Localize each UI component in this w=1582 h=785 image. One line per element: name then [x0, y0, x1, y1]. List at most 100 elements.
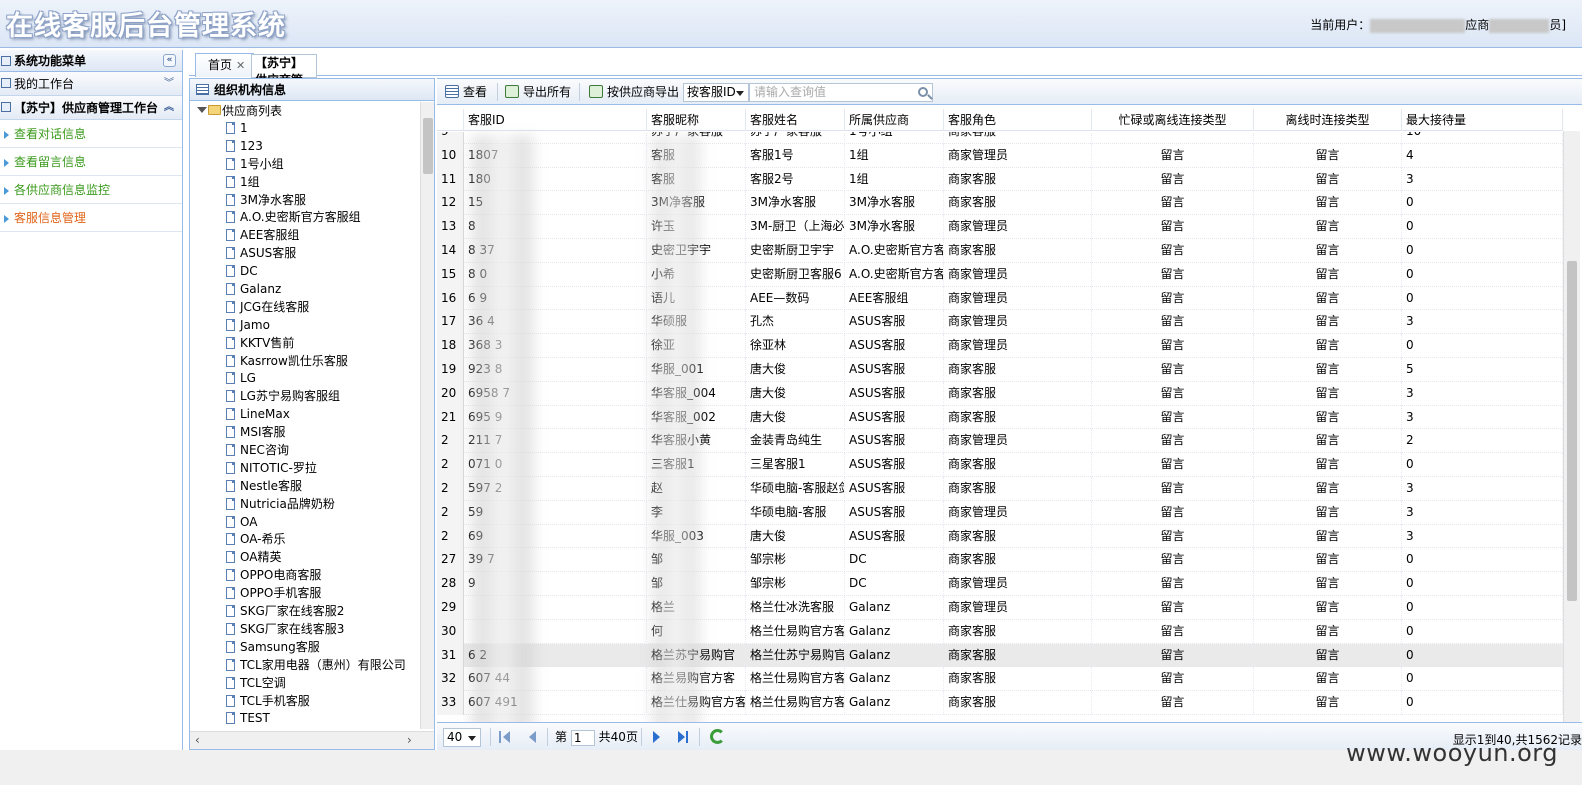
table-row[interactable]: 19923 8华服_001唐大俊ASUS客服商家客服留言留言5 [437, 358, 1563, 382]
first-page-icon[interactable] [503, 731, 510, 743]
tree-node[interactable]: KKTV售前 [190, 335, 422, 353]
column-header[interactable]: 客服姓名 [746, 109, 845, 131]
table-row[interactable]: 9苏宁厂家客服苏宁厂家客服1号小组商家客服10 [437, 132, 1563, 144]
tree-node[interactable]: ASUS客服 [190, 245, 422, 263]
tab-agent-management[interactable]: 【苏宁】供应商管理工作台--客服信息管理✕ [251, 54, 317, 138]
export-all-button[interactable]: 导出所有 [503, 83, 571, 101]
search-input[interactable]: 请输入查询值 [749, 83, 933, 102]
tab-home[interactable]: 首页 ✕ [195, 53, 255, 77]
search-field-select[interactable]: 按客服ID [683, 83, 749, 102]
tree-node[interactable]: Kasrrow凯仕乐客服 [190, 353, 422, 371]
table-row[interactable]: 18368 3徐亚徐亚林ASUS客服商家管理员留言留言0 [437, 334, 1563, 358]
search-icon[interactable] [918, 87, 928, 97]
tree-node[interactable]: SKG厂家在线客服3 [190, 621, 422, 639]
page-size-select[interactable]: 40 [443, 728, 481, 747]
tree-node[interactable]: Galanz [190, 281, 422, 299]
table-row[interactable]: 2739 7邹邹宗彬DC商家客服留言留言0 [437, 548, 1563, 573]
next-page-icon[interactable] [653, 731, 660, 743]
tree-node[interactable]: TCL家用电器（惠州）有限公司 [190, 657, 422, 675]
scroll-left-icon[interactable]: ‹ [195, 733, 200, 747]
last-page-icon[interactable] [678, 731, 685, 743]
tree-node[interactable]: OA-希乐 [190, 531, 422, 549]
collapse-left-icon[interactable]: « [163, 54, 176, 67]
table-row[interactable]: 259李华硕电脑-客服ASUS客服商家管理员留言留言3 [437, 500, 1563, 525]
table-row[interactable]: 33607 491格兰仕易购官方客格兰仕易购官方客Galanz商家客服留言留言0 [437, 691, 1563, 715]
tree-node[interactable]: DC [190, 263, 422, 281]
menu-item-view-chats[interactable]: 查看对话信息 [0, 120, 182, 148]
table-row[interactable]: 206958 7华客服_004唐大俊ASUS客服商家客服留言留言3 [437, 381, 1563, 406]
page-number-input[interactable]: 1 [570, 729, 595, 746]
tree-node[interactable]: Samsung客服 [190, 639, 422, 657]
tree-node[interactable]: 3M净水客服 [190, 192, 422, 210]
table-row[interactable]: 166 9语儿AEE—数码AEE客服组商家管理员留言留言0 [437, 286, 1563, 311]
tree-node[interactable]: NITOTIC-罗拉 [190, 460, 422, 478]
table-row[interactable]: 12153M净客服3M净水客服3M净水客服商家客服留言留言0 [437, 191, 1563, 216]
tree-node[interactable]: JCG在线客服 [190, 299, 422, 317]
tree-vertical-scrollbar[interactable] [420, 102, 434, 729]
accordion-supplier-workbench[interactable]: 【苏宁】供应商管理工作台 ︽ [0, 96, 182, 120]
tree-node[interactable]: TCL手机客服 [190, 693, 422, 711]
tree-node[interactable]: Nestle客服 [190, 478, 422, 496]
column-header[interactable]: 客服昵称 [647, 109, 746, 131]
tree-node[interactable]: SKG厂家在线客服2 [190, 603, 422, 621]
refresh-icon[interactable] [710, 729, 725, 744]
menu-item-supplier-monitor[interactable]: 各供应商信息监控 [0, 176, 182, 204]
table-row[interactable]: 2597 2赵华硕电脑-客服赵剑ASUS客服商家客服留言留言3 [437, 477, 1563, 501]
table-row[interactable]: 2071 0三客服1三星客服1ASUS客服商家客服留言留言0 [437, 453, 1563, 477]
tree-node[interactable]: Jamo [190, 317, 422, 335]
column-header[interactable]: 最大接待量 [1402, 109, 1563, 131]
tree-horizontal-scrollbar[interactable]: ‹ › [190, 731, 434, 749]
table-row[interactable]: 2211 7华客服小黄金装青岛纯生ASUS客服商家管理员留言留言2 [437, 429, 1563, 454]
tree-node[interactable]: Nutricia品牌奶粉 [190, 496, 422, 514]
column-header[interactable]: 客服ID [464, 109, 647, 131]
tree-node[interactable]: NEC咨询 [190, 442, 422, 460]
tree-node[interactable]: OA精英 [190, 549, 422, 567]
collapse-up-icon[interactable]: ︽ [164, 96, 174, 120]
accordion-my-workbench[interactable]: 我的工作台 ︾ [0, 72, 182, 96]
prev-page-icon[interactable] [529, 731, 536, 743]
menu-item-view-messages[interactable]: 查看留言信息 [0, 148, 182, 176]
tree-node[interactable]: OPPO手机客服 [190, 585, 422, 603]
table-row[interactable]: 32607 44格兰易购官方客格兰仕易购官方客Galanz商家客服留言留言0 [437, 667, 1563, 692]
tree-node[interactable]: 1号小组 [190, 156, 422, 174]
close-icon[interactable]: ✕ [236, 59, 245, 72]
tree-node[interactable]: MSI客服 [190, 424, 422, 442]
tree-node[interactable]: 123 [190, 138, 422, 156]
tree-node[interactable]: OPPO电商客服 [190, 567, 422, 585]
table-row[interactable]: 316 2格兰苏宁易购官格兰仕苏宁易购官Galanz商家客服留言留言0 [437, 643, 1563, 668]
tree-node[interactable]: LG苏宁易购客服组 [190, 388, 422, 406]
scroll-right-icon[interactable]: › [407, 733, 412, 747]
tree-node[interactable]: LG [190, 370, 422, 388]
export-by-supplier-button[interactable]: 按供应商导出 [587, 83, 679, 101]
tree-node[interactable]: A.O.史密斯官方客服组 [190, 209, 422, 227]
view-button[interactable]: 查看 [443, 83, 487, 101]
table-row[interactable]: 11180客服客服2号1组商家客服留言留言3 [437, 167, 1563, 192]
column-header[interactable]: 离线时连接类型 [1254, 109, 1402, 131]
menu-item-agent-management[interactable]: 客服信息管理 [0, 204, 182, 232]
tree-node[interactable]: AEE客服组 [190, 227, 422, 245]
table-row[interactable]: 138许玉3M-厨卫（上海必3M净水客服商家管理员留言留言0 [437, 215, 1563, 239]
table-row[interactable]: 21695 9华客服_002唐大俊ASUS客服商家客服留言留言3 [437, 405, 1563, 430]
tree-node[interactable]: TEST [190, 710, 422, 728]
table-row[interactable]: 148 37史密卫宇宇史密斯厨卫宇宇A.O.史密斯官方客商家客服留言留言0 [437, 239, 1563, 263]
column-header[interactable]: 所属供应商 [845, 109, 944, 131]
table-row[interactable]: 29格兰格兰仕冰洗客服Galanz商家管理员留言留言0 [437, 596, 1563, 620]
table-row[interactable]: 289邹邹宗彬DC商家管理员留言留言0 [437, 572, 1563, 596]
tree-node[interactable]: LineMax [190, 406, 422, 424]
expand-down-icon[interactable]: ︾ [164, 72, 174, 96]
tree-node[interactable]: 1组 [190, 174, 422, 192]
expand-arrow-icon[interactable] [197, 107, 207, 113]
column-header[interactable]: 客服角色 [944, 109, 1092, 131]
table-row[interactable]: 158 0小希史密斯厨卫客服6A.O.史密斯官方客商家管理员留言留言0 [437, 262, 1563, 287]
scroll-thumb[interactable] [423, 118, 433, 174]
table-row[interactable]: 101807客服客服1号1组商家管理员留言留言4 [437, 143, 1563, 168]
column-header[interactable]: 忙碌或离线连接类型 [1092, 109, 1254, 131]
table-row[interactable]: 30何格兰仕易购官方客Galanz商家客服留言留言0 [437, 619, 1563, 644]
tree-node[interactable]: 1 [190, 120, 422, 138]
table-row[interactable]: 1736 4华硕服孔杰ASUS客服商家管理员留言留言3 [437, 310, 1563, 335]
tree-root[interactable]: 供应商列表 [190, 102, 422, 120]
grid-vertical-scrollbar[interactable] [1563, 131, 1580, 722]
tree-node[interactable]: OA [190, 514, 422, 532]
table-row[interactable]: 269华服_003唐大俊ASUS客服商家客服留言留言3 [437, 524, 1563, 549]
tree-node[interactable]: TCL空调 [190, 675, 422, 693]
